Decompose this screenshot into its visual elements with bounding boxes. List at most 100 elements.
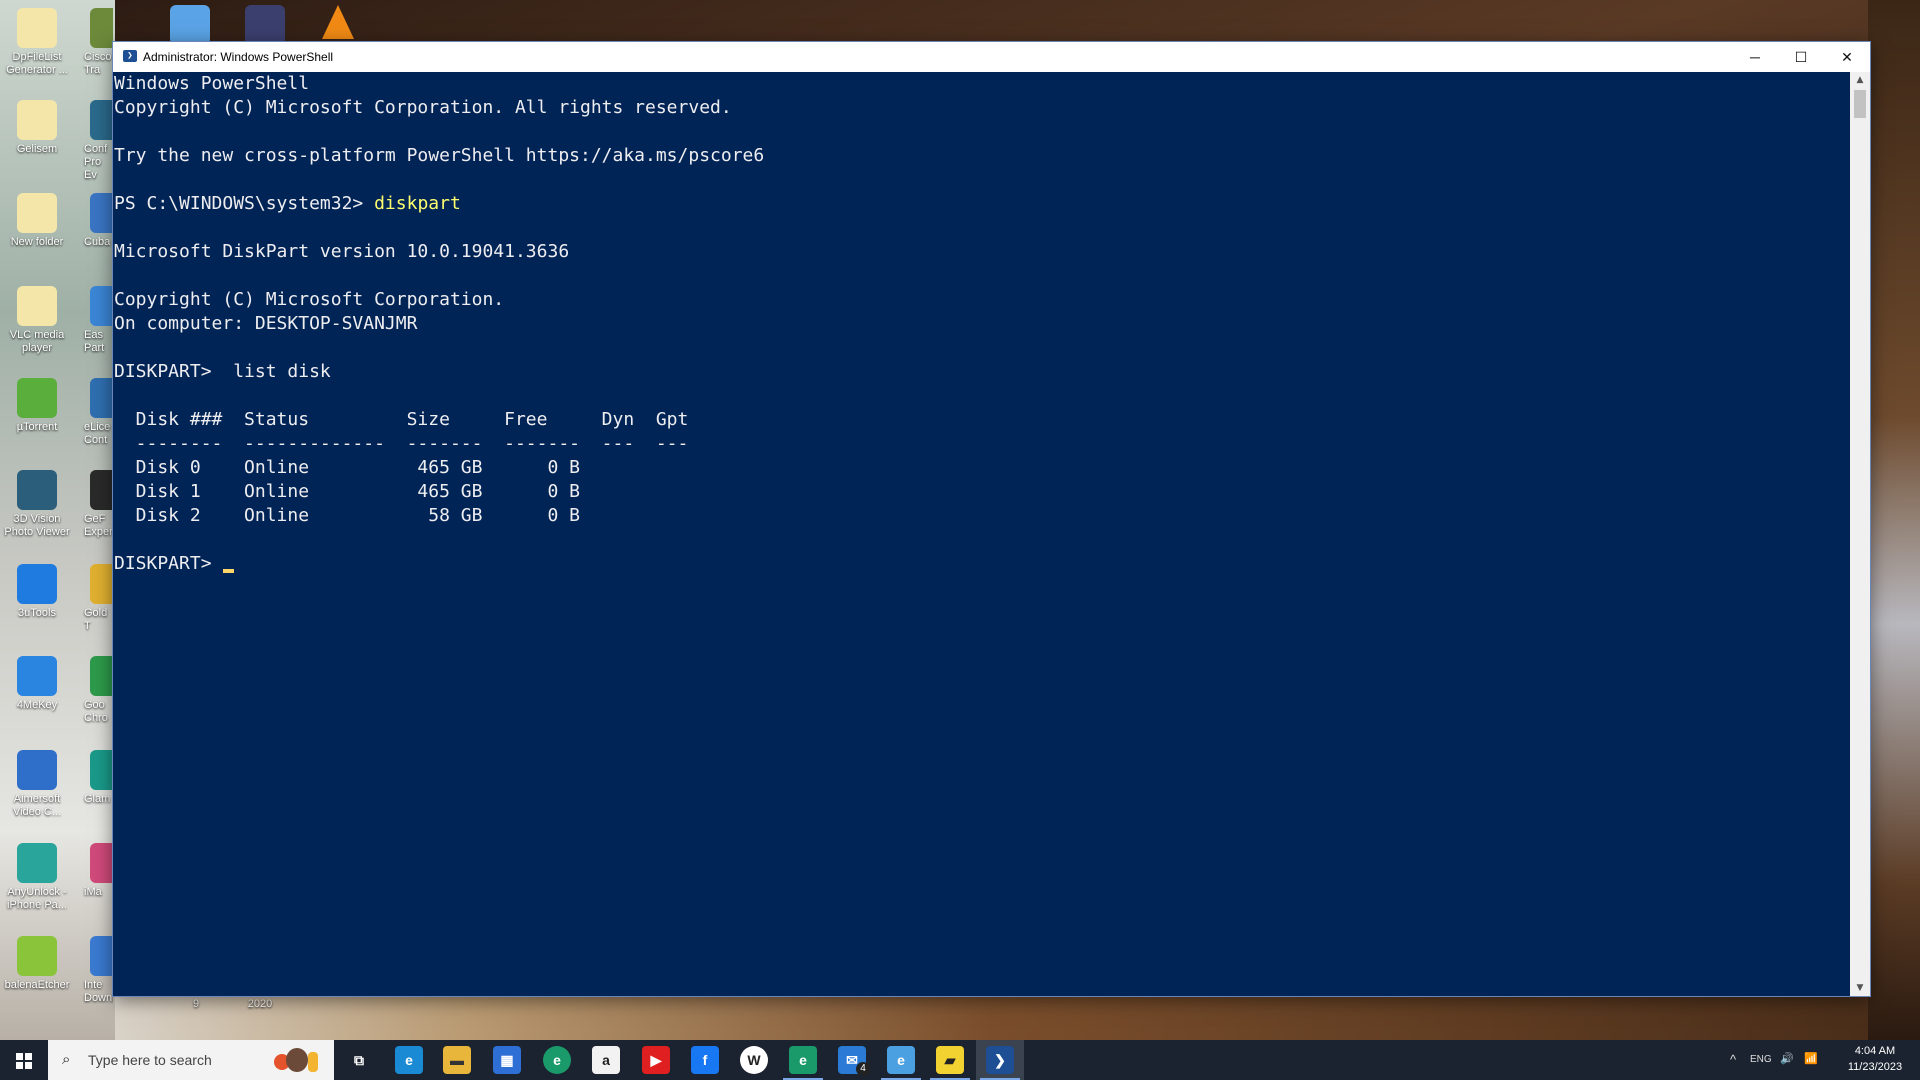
desktop-icon-label: VLC media player xyxy=(9,329,65,354)
desktop-icon[interactable]: New folder xyxy=(1,193,73,249)
desktop-icon-label: µTorrent xyxy=(16,421,58,433)
network-icon[interactable]: 📶 xyxy=(1804,1052,1818,1065)
clock-time: 4:04 AM xyxy=(1854,1045,1896,1057)
desktop-icon[interactable]: balenaEtcher xyxy=(1,936,73,992)
title-bar[interactable]: ❯ Administrator: Windows PowerShell ─ ☐ … xyxy=(113,42,1870,72)
sticky-notes-icon[interactable]: ▰ xyxy=(936,1046,964,1074)
clock-date: 11/23/2023 xyxy=(1847,1061,1903,1073)
input-language-indicator[interactable]: ENG xyxy=(1750,1054,1772,1065)
maximize-button[interactable]: ☐ xyxy=(1778,42,1824,72)
edge-dev-icon[interactable]: e xyxy=(543,1046,571,1074)
scrollbar-thumb[interactable] xyxy=(1854,90,1866,118)
vlc-cone-icon[interactable] xyxy=(322,5,354,39)
desktop-app-icon xyxy=(90,8,113,48)
desktop-icon-partial[interactable]: Glam xyxy=(78,750,113,806)
desktop-icon-partial[interactable]: GeF Exper xyxy=(78,470,113,539)
desktop-icon-label: DpFileList Generator ... xyxy=(6,51,68,76)
desktop-icon-label: AnyUnlock - iPhone Pa... xyxy=(7,886,67,911)
desktop-app-icon xyxy=(90,286,113,326)
desktop-app-icon xyxy=(17,750,57,790)
console-line: Windows PowerShell xyxy=(114,73,310,94)
desktop-app-icon xyxy=(90,843,113,883)
powershell-window[interactable]: ❯ Administrator: Windows PowerShell ─ ☐ … xyxy=(113,42,1870,996)
console-line: Disk 1 Online 465 GB 0 B xyxy=(114,481,580,502)
desktop-app-icon xyxy=(17,470,57,510)
desktop-icon-label: Gelisem xyxy=(16,143,58,155)
scroll-up-arrow-icon[interactable]: ▲ xyxy=(1850,72,1870,88)
wikipedia-icon[interactable]: W xyxy=(740,1046,768,1074)
youtube-icon[interactable]: ▶ xyxy=(642,1046,670,1074)
tray-chevron-icon[interactable]: ^ xyxy=(1730,1052,1736,1067)
mail-badge: 4 xyxy=(856,1062,870,1076)
microsoft-store-icon[interactable]: ▦ xyxy=(493,1046,521,1074)
start-button[interactable] xyxy=(0,1040,48,1080)
desktop-icon-partial[interactable]: iMa xyxy=(78,843,113,899)
desktop-icon-label: Goo Chro xyxy=(84,699,108,724)
desktop-app-icon xyxy=(17,936,57,976)
volume-icon[interactable]: 🔊 xyxy=(1780,1052,1794,1065)
desktop-icon-label: Conf Pro Ev xyxy=(84,143,108,181)
desktop-icon-label-partial: 2020 xyxy=(247,998,273,1010)
desktop-icon-partial[interactable]: Gold T xyxy=(78,564,113,633)
desktop-app-icon xyxy=(17,8,57,48)
facebook-icon[interactable]: f xyxy=(691,1046,719,1074)
edge-beta-icon[interactable]: e xyxy=(789,1046,817,1074)
console-line: On computer: DESKTOP-SVANJMR xyxy=(114,313,418,334)
console-line: -------- ------------- ------- ------- -… xyxy=(114,433,689,454)
desktop-bottom-area xyxy=(115,995,1868,1040)
search-placeholder: Type here to search xyxy=(88,1052,212,1068)
taskbar-search-box[interactable]: ⌕ Type here to search xyxy=(48,1040,334,1080)
desktop-app-icon xyxy=(90,656,113,696)
desktop-app-icon xyxy=(90,193,113,233)
taskbar: ⌕ Type here to search ⧉ e ▬ ▦ e a ▶ f We ✉ 4 e ▰ ❯ ^ … xyxy=(0,1040,1920,1080)
clock[interactable]: 4:04 AM 11/23/2023 xyxy=(1840,1043,1910,1075)
desktop-icon-partial[interactable]: Inte Downlo... xyxy=(78,936,113,1005)
vertical-scrollbar[interactable]: ▲ ▼ xyxy=(1850,72,1870,996)
desktop-app-icon xyxy=(17,193,57,233)
amazon-icon[interactable]: a xyxy=(592,1046,620,1074)
desktop-icon-partial[interactable]: Cisco Tra xyxy=(78,8,113,77)
console-output[interactable]: Windows PowerShell Copyright (C) Microsof… xyxy=(113,72,1851,996)
desktop-icon-partial[interactable]: Conf Pro Ev xyxy=(78,100,113,182)
console-line: Microsoft DiskPart version 10.0.19041.36… xyxy=(114,241,570,262)
powershell-taskbar-icon[interactable]: ❯ xyxy=(986,1046,1014,1074)
desktop-icon[interactable]: 3D Vision Photo Viewer xyxy=(1,470,73,539)
desktop-icon-label: 4MeKey xyxy=(16,699,58,711)
close-button[interactable]: ✕ xyxy=(1824,42,1870,72)
console-line: Copyright (C) Microsoft Corporation. xyxy=(114,289,505,310)
desktop-icon-label-partial: 9 xyxy=(192,998,200,1010)
desktop-icon-label: Glam xyxy=(84,793,111,805)
desktop-icon[interactable]: VLC media player xyxy=(1,286,73,355)
edge-icon[interactable]: e xyxy=(395,1046,423,1074)
desktop-icon[interactable]: AnyUnlock - iPhone Pa... xyxy=(1,843,73,912)
desktop-icon-partial[interactable]: eLice Cont xyxy=(78,378,113,447)
desktop-icon[interactable]: 3uTools xyxy=(1,564,73,620)
powershell-icon: ❯ xyxy=(123,50,137,62)
file-explorer-icon[interactable]: ▬ xyxy=(443,1046,471,1074)
console-prompt: DISKPART> xyxy=(114,553,212,574)
search-highlight-image xyxy=(264,1046,328,1074)
desktop-icon[interactable]: 4MeKey xyxy=(1,656,73,712)
scroll-down-arrow-icon[interactable]: ▼ xyxy=(1850,980,1870,996)
desktop-icon-label: Cisco Tra xyxy=(84,51,112,76)
desktop-icon-label: Inte Downlo... xyxy=(84,979,113,1004)
console-current-prompt-line[interactable]: DISKPART> xyxy=(114,552,1851,576)
minimize-button[interactable]: ─ xyxy=(1732,42,1778,72)
desktop-icon-partial-1[interactable] xyxy=(170,5,210,45)
desktop-icon-partial[interactable]: Eas Part xyxy=(78,286,113,355)
desktop-icon[interactable]: Aimersoft Video C... xyxy=(1,750,73,819)
desktop-icon-label: GeF Exper xyxy=(84,513,113,538)
desktop-app-icon xyxy=(90,564,113,604)
desktop-icon-partial[interactable]: Cuba xyxy=(78,193,113,249)
desktop-icon[interactable]: DpFileList Generator ... xyxy=(1,8,73,77)
desktop-icon-partial-2[interactable] xyxy=(245,5,285,45)
desktop-icon[interactable]: µTorrent xyxy=(1,378,73,434)
desktop-icon-partial[interactable]: Goo Chro xyxy=(78,656,113,725)
task-view-icon[interactable]: ⧉ xyxy=(345,1046,373,1074)
internet-explorer-icon[interactable]: e xyxy=(887,1046,915,1074)
desktop-icon-label: Cuba xyxy=(84,236,111,248)
desktop-icon[interactable]: Gelisem xyxy=(1,100,73,156)
